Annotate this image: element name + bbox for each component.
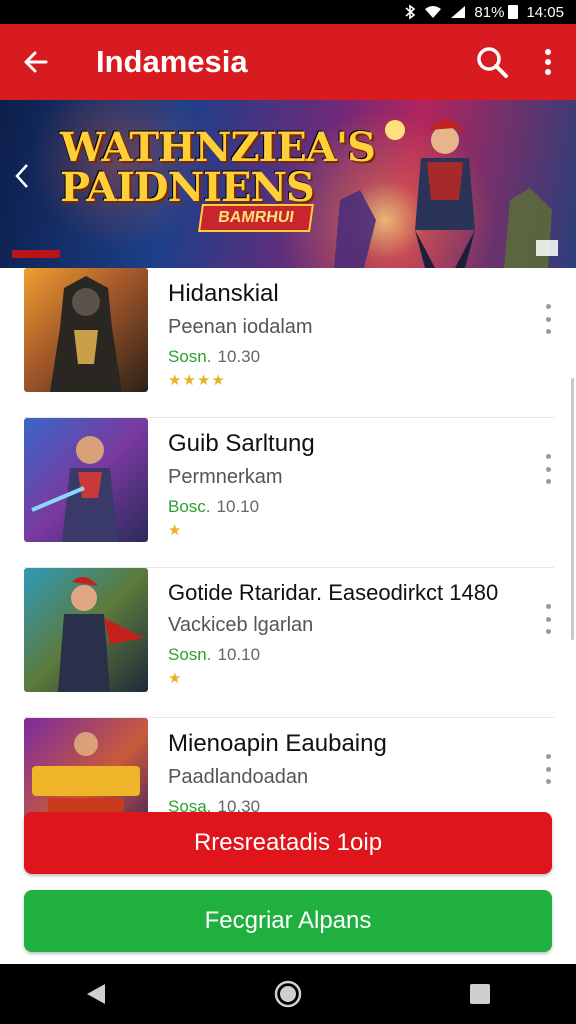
primary-action-button[interactable]: Rresreatadis 1oip [24, 812, 552, 874]
app-thumbnail [24, 418, 148, 542]
screen: 81% 14:05 Indamesia WATHNZIEA'S PAIDNIEN… [0, 0, 576, 1024]
app-rating: ★ [168, 522, 183, 539]
back-button[interactable] [0, 24, 72, 100]
square-recents-icon [470, 984, 490, 1004]
battery-icon [508, 5, 519, 19]
app-info: Guib Sarltung Permnerkam Bosc. 10.10 ★ [168, 430, 508, 539]
banner-logo-right [536, 240, 558, 256]
app-meta: Bosc. 10.10 [168, 497, 508, 517]
app-size: 10.10 [216, 497, 260, 516]
signal-icon [450, 5, 466, 19]
secondary-action-button[interactable]: Fecgriar Alpans [24, 890, 552, 952]
app-name: Guib Sarltung [168, 430, 315, 457]
app-subtitle: Peenan iodalam [168, 316, 313, 338]
warrior-illustration [31, 436, 118, 542]
app-size: 10.30 [217, 347, 261, 366]
more-vert-icon [545, 49, 551, 75]
promo-banner[interactable]: WATHNZIEA'S PAIDNIENS BAMRHUI [0, 100, 576, 268]
app-size: 10.10 [217, 645, 261, 664]
item-more-button[interactable] [542, 304, 554, 334]
app-name: Hidanskial [168, 280, 279, 307]
bluetooth-icon [404, 4, 416, 20]
search-button[interactable] [464, 24, 520, 100]
nav-back-button[interactable] [66, 964, 126, 1024]
wifi-icon [424, 5, 442, 19]
clock: 14:05 [526, 3, 564, 21]
search-icon [477, 47, 508, 78]
battery-percent: 81% [474, 3, 505, 21]
overflow-menu-button[interactable] [520, 24, 576, 100]
app-thumbnail [24, 568, 148, 692]
app-info: Gotide Rtaridar. Easeodirkct 1480 Vackic… [168, 580, 508, 687]
app-thumbnail [24, 268, 148, 392]
banner-headline: WATHNZIEA'S PAIDNIENS [60, 124, 376, 211]
app-name: Gotide Rtaridar. Easeodirkct 1480 [168, 580, 499, 605]
app-price: Bosc. [168, 497, 211, 516]
app-info: Hidanskial Peenan iodalam Sosn. 10.30 ★★★… [168, 280, 508, 389]
arrow-left-icon [24, 51, 48, 73]
app-name: Mienoapin Eaubaing [168, 730, 387, 757]
item-more-button[interactable] [542, 604, 554, 634]
app-subtitle: Permnerkam [168, 466, 283, 488]
banner-ribbon: BAMRHUI [198, 204, 314, 232]
banner-logo-left [12, 250, 60, 258]
list-item[interactable]: Guib Sarltung Permnerkam Bosc. 10.10 ★ [24, 418, 554, 568]
knight-illustration [50, 276, 122, 392]
page-title: Indamesia [96, 44, 248, 79]
hero-illustration [58, 576, 144, 692]
app-subtitle: Paadlandoadan [168, 766, 309, 788]
app-subtitle: Vackiceb lgarlan [168, 614, 314, 636]
app-meta: Sosn. 10.10 [168, 645, 508, 665]
triangle-back-icon [87, 984, 105, 1004]
banner-side-figures [334, 188, 552, 268]
system-nav-bar [0, 964, 576, 1024]
circle-home-icon [274, 980, 302, 1008]
list-item[interactable]: Hidanskial Peenan iodalam Sosn. 10.30 ★★★… [24, 268, 554, 418]
item-more-button[interactable] [542, 754, 554, 784]
list-item[interactable]: Gotide Rtaridar. Easeodirkct 1480 Vackic… [24, 568, 554, 718]
chevron-left-icon [15, 164, 28, 188]
status-bar: 81% 14:05 [0, 0, 576, 24]
nav-recents-button[interactable] [450, 964, 510, 1024]
app-price: Sosn. [168, 645, 212, 664]
app-rating: ★ [168, 670, 183, 687]
item-more-button[interactable] [542, 454, 554, 484]
scrollbar[interactable] [571, 378, 574, 640]
nav-home-button[interactable] [258, 964, 318, 1024]
app-meta: Sosn. 10.30 [168, 347, 508, 367]
app-rating: ★★★★ [168, 372, 226, 389]
app-bar: Indamesia [0, 24, 576, 100]
banner-prev-button[interactable] [6, 156, 38, 196]
app-price: Sosn. [168, 347, 212, 366]
app-info: Mienoapin Eaubaing Paadlandoadan Sosa. 10… [168, 730, 508, 821]
